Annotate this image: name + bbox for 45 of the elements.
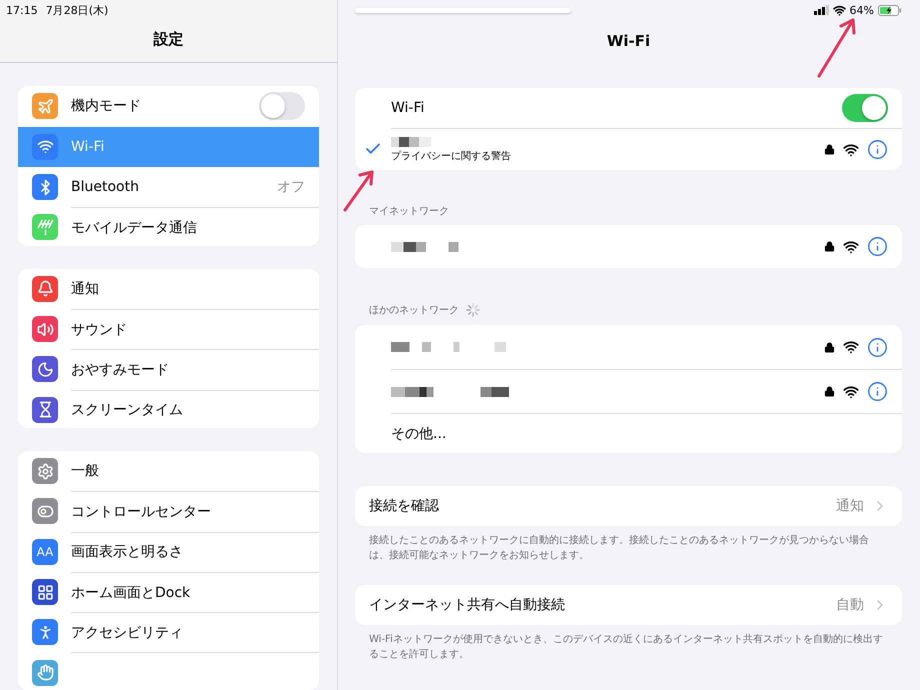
pixelated-name (391, 136, 431, 146)
info-icon[interactable] (867, 336, 888, 358)
setting-description: 接続したことのあるネットワークに自動的に接続します。接続したことのあるネットワークが見つからない場合は、接続可能なネットワークをお知らせします。 (369, 534, 870, 563)
wifi-signal-icon (843, 142, 859, 158)
bluetooth-icon (32, 174, 58, 200)
hand-icon (32, 660, 58, 686)
clock-time: 17:15 (6, 4, 38, 16)
wifi-card: Wi-Fi プライバシーに関する警告 (355, 88, 902, 170)
grid-icon (32, 579, 58, 605)
section-header: ほかのネットワーク (369, 304, 459, 317)
info-icon[interactable] (867, 236, 888, 257)
other-network-link[interactable]: その他... (391, 424, 446, 442)
antenna-icon (32, 214, 58, 240)
setting-value: 自動 (836, 596, 864, 614)
cell-signal-icon (814, 5, 829, 15)
bell-icon (32, 276, 58, 302)
wifi-icon (32, 134, 58, 160)
setting-description: Wi-Fiネットワークが使用できないとき、このデバイスの近くにあるインターネット共有スポットを自動的に検出することを許可します。 (369, 632, 884, 662)
gear-icon (32, 458, 58, 484)
setting-row[interactable]: 接続を確認 通知 (355, 486, 902, 526)
info-icon[interactable] (867, 139, 888, 160)
speaker-icon (32, 316, 58, 342)
battery-icon (878, 4, 902, 16)
setting-row[interactable]: インターネット共有へ自動接続 自動 (355, 585, 902, 625)
airplane-icon (32, 93, 58, 120)
page-title: Wi-Fi (606, 32, 652, 52)
info-icon[interactable] (867, 381, 888, 402)
battery-percent: 64% (850, 4, 874, 16)
setting-value: 通知 (836, 497, 864, 515)
section-header: マイネットワーク (369, 205, 449, 218)
sidebar-title: 設定 (152, 30, 184, 49)
person-icon (32, 619, 58, 646)
wifi-toggle[interactable] (842, 94, 888, 122)
wifi-signal-icon (843, 339, 859, 355)
status-value: オフ (277, 178, 305, 196)
toggle-switch[interactable] (259, 92, 305, 120)
moon-icon (32, 356, 58, 382)
privacy-warning: プライバシーに関する警告 (391, 150, 512, 162)
toggle-icon (32, 498, 58, 524)
hourglass-icon (32, 396, 58, 423)
wifi-signal-icon (843, 238, 859, 254)
wifi-status-icon (832, 4, 846, 16)
text-size-icon: AA (32, 538, 58, 565)
wifi-signal-icon (843, 384, 859, 400)
date-text: 7月28日(木) (46, 2, 108, 18)
